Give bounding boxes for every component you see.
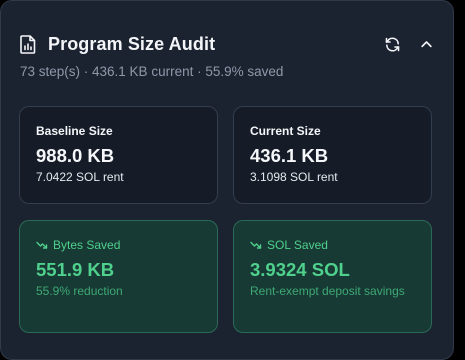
program-size-audit-panel: Program Size Audit 73 step(s) · 436.1 KB… [0,0,454,360]
card-label-row: SOL Saved [250,238,415,252]
baseline-size-card: Baseline Size 988.0 KB 7.0422 SOL rent [19,106,218,204]
card-subtext: 55.9% reduction [36,284,123,298]
panel-title: Program Size Audit [48,33,216,54]
card-label: Bytes Saved [53,238,121,252]
panel-header: Program Size Audit [20,32,435,56]
card-subtext: Rent-exempt deposit savings [250,284,405,298]
bytes-saved-card: Bytes Saved 551.9 KB 55.9% reduction [19,220,218,333]
chevron-up-icon[interactable] [417,35,435,53]
current-size-card: Current Size 436.1 KB 3.1098 SOL rent [233,106,432,204]
card-value: 551.9 KB [36,259,115,280]
card-label: Baseline Size [36,124,113,138]
card-value: 3.9324 SOL [250,259,350,280]
card-subtext: 3.1098 SOL rent [250,170,338,184]
refresh-icon[interactable] [383,35,401,53]
header-actions [383,35,435,53]
card-value: 988.0 KB [36,145,115,166]
document-chart-icon [20,34,38,54]
trend-down-icon [36,240,48,250]
card-subtext: 7.0422 SOL rent [36,170,124,184]
sol-saved-card: SOL Saved 3.9324 SOL Rent-exempt deposit… [233,220,432,333]
card-label-row: Bytes Saved [36,238,201,252]
card-value: 436.1 KB [250,145,329,166]
card-label: SOL Saved [267,238,328,252]
card-label: Current Size [250,124,321,138]
trend-down-icon [250,240,262,250]
audit-summary: 73 step(s) · 436.1 KB current · 55.9% sa… [20,64,284,79]
